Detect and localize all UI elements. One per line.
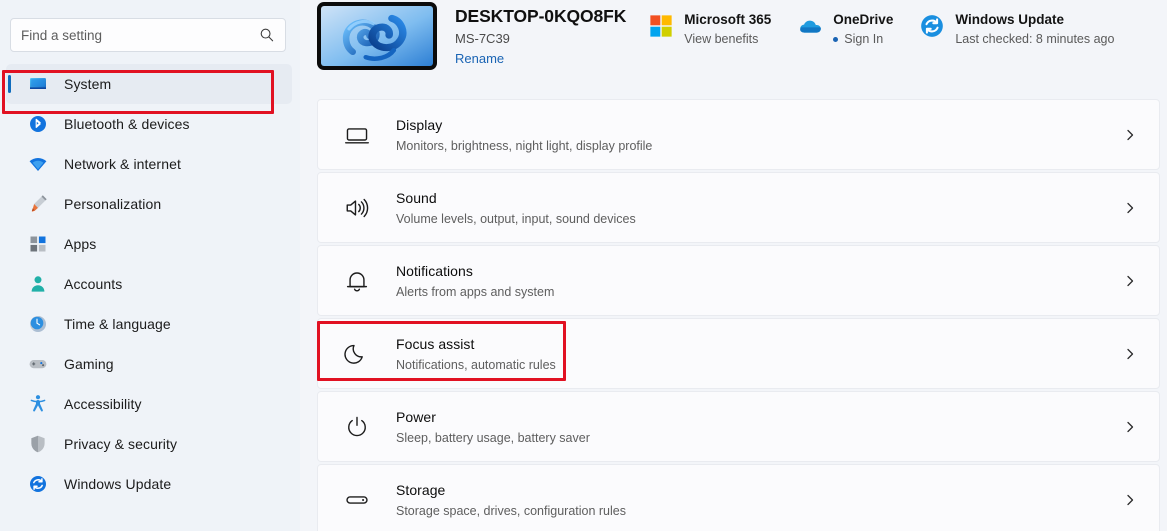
header-card-subtitle: Last checked: 8 minutes ago [955, 32, 1115, 46]
settings-card-title: Focus assist [396, 335, 475, 352]
header-shortcut-cards: Microsoft 365 View benefits OneDrive Sig… [648, 2, 1140, 49]
sidebar-item-label: Windows Update [64, 476, 172, 492]
sidebar-item-system[interactable]: System [6, 64, 292, 104]
person-icon [28, 274, 48, 294]
settings-card-subtitle: Sleep, battery usage, battery saver [396, 430, 590, 445]
header-card-onedrive[interactable]: OneDrive Sign In [797, 8, 893, 49]
drive-icon [344, 487, 370, 513]
apps-icon [28, 234, 48, 254]
search-input[interactable] [21, 19, 259, 51]
header-card-title: Windows Update [955, 12, 1064, 27]
chevron-right-icon [1123, 201, 1137, 215]
header-card-subtitle-text: Sign In [844, 32, 884, 46]
settings-card-title: Storage [396, 481, 446, 498]
settings-card-subtitle: Storage space, drives, configuration rul… [396, 503, 626, 518]
settings-card-power[interactable]: Power Sleep, battery usage, battery save… [317, 391, 1160, 462]
settings-card-title: Notifications [396, 262, 473, 279]
chevron-right-icon [1123, 128, 1137, 142]
settings-card-storage[interactable]: Storage Storage space, drives, configura… [317, 464, 1160, 531]
sidebar-item-personalization[interactable]: Personalization [6, 184, 292, 224]
settings-card-title: Sound [396, 189, 437, 206]
device-model: MS-7C39 [455, 31, 510, 46]
sidebar-item-accessibility[interactable]: Accessibility [6, 384, 292, 424]
sidebar-item-accounts[interactable]: Accounts [6, 264, 292, 304]
device-meta: DESKTOP-0KQO8FK MS-7C39 Rename [455, 2, 626, 66]
sidebar-item-gaming[interactable]: Gaming [6, 344, 292, 384]
sidebar-item-label: Time & language [64, 316, 171, 332]
settings-card-subtitle: Monitors, brightness, night light, displ… [396, 138, 653, 153]
settings-card-title: Power [396, 408, 436, 425]
system-icon [28, 74, 48, 94]
sidebar-item-label: Personalization [64, 196, 162, 212]
settings-card-title: Display [396, 116, 443, 133]
bluetooth-icon [28, 114, 48, 134]
sidebar-item-bluetooth-devices[interactable]: Bluetooth & devices [6, 104, 292, 144]
settings-card-focus-assist[interactable]: Focus assist Notifications, automatic ru… [317, 318, 1160, 389]
sidebar-item-time-language[interactable]: Time & language [6, 304, 292, 344]
power-icon [344, 414, 370, 440]
moon-icon [344, 341, 370, 367]
sidebar-item-label: Privacy & security [64, 436, 178, 452]
device-name: DESKTOP-0KQO8FK [455, 6, 627, 26]
header-card-title: OneDrive [833, 12, 894, 27]
gamepad-icon [28, 354, 48, 374]
shield-icon [28, 434, 48, 454]
settings-card-notifications[interactable]: Notifications Alerts from apps and syste… [317, 245, 1160, 316]
accessibility-icon [28, 394, 48, 414]
speaker-icon [344, 195, 370, 221]
clock-icon [28, 314, 48, 334]
settings-card-subtitle: Volume levels, output, input, sound devi… [396, 211, 636, 226]
monitor-icon [344, 122, 370, 148]
rename-link[interactable]: Rename [455, 51, 626, 66]
wifi-icon [28, 154, 48, 174]
sidebar: System Bluetooth & devices [0, 0, 300, 531]
chevron-right-icon [1123, 420, 1137, 434]
header-card-subtitle: Sign In [833, 32, 893, 46]
device-thumbnail [317, 2, 437, 70]
sidebar-item-label: System [64, 76, 112, 92]
search-input-wrapper[interactable] [10, 18, 286, 52]
microsoft-365-icon [648, 13, 674, 39]
update-icon [28, 474, 48, 494]
chevron-right-icon [1123, 274, 1137, 288]
content-pane: DESKTOP-0KQO8FK MS-7C39 Rename Microsoft… [300, 0, 1167, 531]
paintbrush-icon [28, 194, 48, 214]
settings-card-sound[interactable]: Sound Volume levels, output, input, soun… [317, 172, 1160, 243]
settings-card-list: Display Monitors, brightness, night ligh… [317, 99, 1160, 531]
sidebar-item-apps[interactable]: Apps [6, 224, 292, 264]
search-icon [259, 27, 275, 43]
chevron-right-icon [1123, 347, 1137, 361]
header-card-title: Microsoft 365 [684, 12, 772, 27]
settings-window: System Bluetooth & devices [0, 0, 1167, 531]
bell-icon [344, 268, 370, 294]
sidebar-item-network-internet[interactable]: Network & internet [6, 144, 292, 184]
sidebar-item-label: Gaming [64, 356, 114, 372]
chevron-right-icon [1123, 493, 1137, 507]
sidebar-item-label: Network & internet [64, 156, 181, 172]
settings-card-subtitle: Notifications, automatic rules [396, 357, 556, 372]
settings-card-subtitle: Alerts from apps and system [396, 284, 555, 299]
sidebar-item-privacy-security[interactable]: Privacy & security [6, 424, 292, 464]
sidebar-item-label: Accounts [64, 276, 123, 292]
settings-card-display[interactable]: Display Monitors, brightness, night ligh… [317, 99, 1160, 170]
status-dot [833, 36, 839, 42]
sidebar-item-windows-update[interactable]: Windows Update [6, 464, 292, 504]
onedrive-icon [797, 13, 823, 39]
sidebar-item-label: Accessibility [64, 396, 142, 412]
header-card-windows-update[interactable]: Windows Update Last checked: 8 minutes a… [919, 8, 1114, 49]
header-card-microsoft-365[interactable]: Microsoft 365 View benefits [648, 8, 771, 49]
header-card-subtitle: View benefits [684, 32, 759, 46]
windows-update-icon [919, 13, 945, 39]
sidebar-nav: System Bluetooth & devices Network & int… [0, 64, 300, 504]
device-header: DESKTOP-0KQO8FK MS-7C39 Rename Microsoft… [317, 0, 1160, 82]
sidebar-item-label: Bluetooth & devices [64, 116, 190, 132]
sidebar-item-label: Apps [64, 236, 97, 252]
